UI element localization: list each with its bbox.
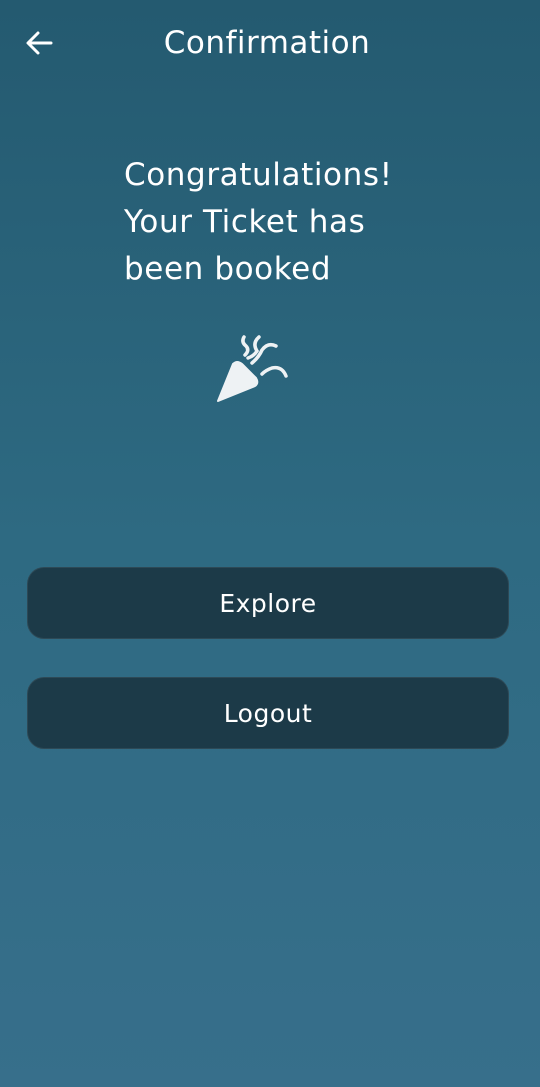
logout-button[interactable]: Logout xyxy=(27,677,509,749)
app-bar: Confirmation xyxy=(0,0,540,86)
explore-button[interactable]: Explore xyxy=(27,567,509,639)
message-line-1: Congratulations! xyxy=(124,157,393,193)
page-title: Confirmation xyxy=(163,25,371,61)
message-line-2: Your Ticket has xyxy=(124,204,366,240)
confirmation-message: Congratulations! Your Ticket has been bo… xyxy=(124,152,484,293)
message-line-3: been booked xyxy=(124,251,332,287)
party-popper-icon xyxy=(214,330,294,406)
